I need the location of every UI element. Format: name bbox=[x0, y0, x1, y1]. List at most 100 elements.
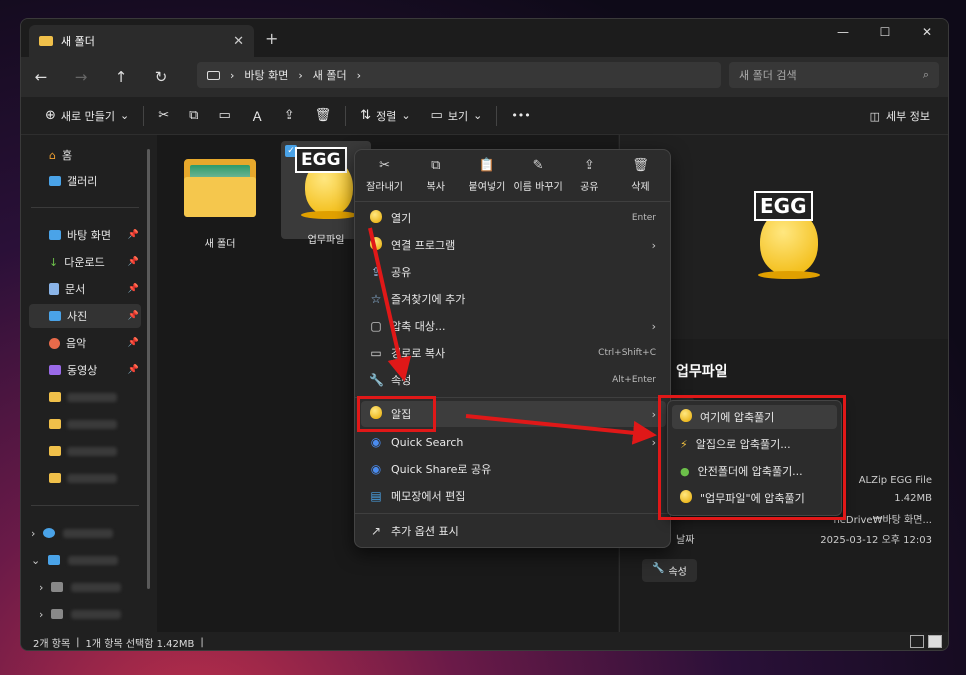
sidebar-item-folder[interactable] bbox=[29, 412, 141, 436]
breadcrumb-desktop[interactable]: 바탕 화면 bbox=[244, 67, 288, 83]
menu-item-quick-share[interactable]: ◉ Quick Share로 공유 bbox=[361, 456, 666, 482]
copy-action[interactable]: ⧉ 복사 bbox=[410, 150, 461, 201]
sort-button[interactable]: ⇅ 정렬 ⌄ bbox=[350, 97, 420, 134]
sidebar-item-folder[interactable] bbox=[29, 385, 141, 409]
view-label: 보기 bbox=[447, 109, 469, 123]
forward-button[interactable]: → bbox=[61, 68, 101, 86]
rename-action[interactable]: ✎ 이름 바꾸기 bbox=[513, 150, 564, 201]
pictures-icon bbox=[49, 311, 61, 321]
redacted-label bbox=[68, 555, 119, 565]
drive-icon bbox=[51, 582, 64, 592]
share-button[interactable]: ⇪ bbox=[274, 97, 305, 134]
sidebar-item-music[interactable]: 음악 📌 bbox=[29, 331, 141, 355]
menu-item-share[interactable]: ⇪ 공유 bbox=[361, 259, 666, 285]
sidebar-item-downloads[interactable]: ↓ 다운로드 📌 bbox=[29, 250, 141, 274]
sidebar-item-videos[interactable]: 동영상 📌 bbox=[29, 358, 141, 382]
menu-item-compress-to[interactable]: ▢ 압축 대상... › bbox=[361, 313, 666, 339]
new-tab-button[interactable]: + bbox=[265, 29, 278, 48]
tab-close-icon[interactable]: ✕ bbox=[233, 34, 244, 49]
menu-label: 열기 bbox=[391, 212, 412, 225]
sidebar-item-desktop[interactable]: 바탕 화면 📌 bbox=[29, 223, 141, 247]
delete-icon: 🗑 bbox=[632, 158, 649, 173]
breadcrumb-separator: › bbox=[230, 68, 235, 82]
share-icon: ⇪ bbox=[583, 158, 595, 173]
tab-new-folder[interactable]: 새 폴더 ✕ bbox=[29, 25, 254, 57]
properties-label: 속성 bbox=[668, 567, 687, 578]
copy-button[interactable]: ⧉ bbox=[179, 97, 208, 134]
details-view-button[interactable] bbox=[910, 635, 924, 648]
sidebar-item-gallery[interactable]: 갤러리 bbox=[29, 169, 141, 193]
sidebar-item-documents[interactable]: 문서 📌 bbox=[29, 277, 141, 301]
breadcrumb-new-folder[interactable]: 새 폴더 bbox=[313, 67, 347, 83]
paste-button[interactable]: ▭ bbox=[208, 97, 240, 134]
action-label: 붙여넣기 bbox=[468, 182, 506, 193]
menu-item-open-with[interactable]: 연결 프로그램 › bbox=[361, 232, 666, 258]
cut-button[interactable]: ✂ bbox=[148, 97, 179, 134]
more-options-icon: ↗ bbox=[370, 524, 382, 538]
chevron-down-icon: ⌄ bbox=[473, 109, 483, 122]
chevron-right-icon: › bbox=[39, 580, 44, 594]
address-input[interactable]: › 바탕 화면 › 새 폴더 › bbox=[197, 62, 721, 88]
tree-item-this-pc[interactable]: ⌄ bbox=[31, 548, 151, 572]
folder-icon bbox=[49, 473, 61, 483]
shortcut: Enter bbox=[631, 213, 656, 223]
menu-label: 압축 대상... bbox=[391, 320, 446, 333]
menu-label: 즐겨찾기에 추가 bbox=[391, 293, 466, 306]
action-label: 공유 bbox=[580, 182, 599, 193]
maximize-button[interactable]: ☐ bbox=[864, 19, 906, 45]
divider bbox=[345, 105, 347, 126]
shortcut: Alt+Enter bbox=[612, 375, 656, 385]
menu-item-more-options[interactable]: ↗ 추가 옵션 표시 bbox=[361, 518, 666, 544]
cut-action[interactable]: ✂ 잘라내기 bbox=[359, 150, 410, 201]
menu-item-copy-path[interactable]: ▭ 경로로 복사 Ctrl+Shift+C bbox=[361, 340, 666, 366]
document-icon bbox=[49, 283, 59, 295]
redacted-label bbox=[67, 392, 117, 402]
sidebar-item-pictures[interactable]: 사진 📌 bbox=[29, 304, 141, 328]
search-placeholder: 새 폴더 검색 bbox=[739, 69, 797, 82]
divider bbox=[143, 105, 145, 126]
up-button[interactable]: ↑ bbox=[101, 68, 141, 86]
view-button[interactable]: ▭ 보기 ⌄ bbox=[421, 97, 493, 134]
sidebar-item-folder[interactable] bbox=[29, 439, 141, 463]
menu-item-open[interactable]: 열기 Enter bbox=[361, 205, 666, 231]
delete-action[interactable]: 🗑 삭제 bbox=[615, 150, 666, 201]
menu-item-properties[interactable]: 🔧 속성 Alt+Enter bbox=[361, 367, 666, 393]
sidebar-item-folder[interactable] bbox=[29, 466, 141, 490]
menu-item-notepad[interactable]: ▤ 메모장에서 편집 bbox=[361, 483, 666, 509]
rename-button[interactable]: Ａ bbox=[241, 97, 274, 134]
copy-path-icon: ▭ bbox=[370, 346, 382, 360]
details-pane-button[interactable]: ◫ 세부 정보 bbox=[870, 97, 930, 135]
sidebar-scrollbar[interactable] bbox=[147, 149, 150, 589]
details-size: 1.42MB bbox=[894, 493, 932, 504]
tiles-view-button[interactable] bbox=[928, 635, 942, 648]
tree-item-drive[interactable]: › bbox=[39, 575, 159, 599]
close-window-button[interactable]: ✕ bbox=[906, 19, 948, 45]
shortcut: Ctrl+Shift+C bbox=[598, 348, 656, 358]
new-button[interactable]: ⊕ 새로 만들기 ⌄ bbox=[35, 97, 139, 134]
search-input[interactable]: 새 폴더 검색 ⌕ bbox=[729, 62, 939, 88]
details-properties-button[interactable]: 🔧 속성 bbox=[642, 559, 697, 582]
menu-item-add-favorite[interactable]: ☆ 즐겨찾기에 추가 bbox=[361, 286, 666, 312]
sidebar-item-label: 다운로드 bbox=[64, 256, 105, 269]
minimize-button[interactable]: — bbox=[822, 19, 864, 45]
details-modified-label: 날짜 bbox=[676, 535, 695, 546]
chevron-down-icon: ⌄ bbox=[120, 109, 130, 122]
title-bar: 새 폴더 ✕ + — ☐ ✕ bbox=[21, 19, 948, 57]
redacted-label bbox=[67, 446, 117, 456]
refresh-button[interactable]: ↻ bbox=[141, 68, 181, 86]
paste-action[interactable]: 📋 붙여넣기 bbox=[461, 150, 512, 201]
sort-icon: ⇅ bbox=[360, 108, 372, 123]
back-button[interactable]: ← bbox=[21, 68, 61, 86]
open-with-icon bbox=[369, 237, 383, 253]
details-label: 세부 정보 bbox=[886, 110, 930, 123]
sidebar-item-home[interactable]: ⌂ 홈 bbox=[29, 143, 141, 167]
share-action[interactable]: ⇪ 공유 bbox=[564, 150, 615, 201]
more-button[interactable]: ••• bbox=[501, 97, 540, 134]
pin-icon: 📌 bbox=[127, 257, 139, 267]
delete-button[interactable]: 🗑 bbox=[305, 97, 342, 134]
tree-item-onedrive[interactable]: › bbox=[31, 521, 151, 545]
divider: | bbox=[76, 636, 80, 648]
tree-item-drive[interactable]: › bbox=[39, 602, 159, 626]
file-item-folder[interactable]: 새 폴더 bbox=[175, 147, 265, 250]
menu-item-quick-search[interactable]: ◉ Quick Search › bbox=[361, 429, 666, 455]
